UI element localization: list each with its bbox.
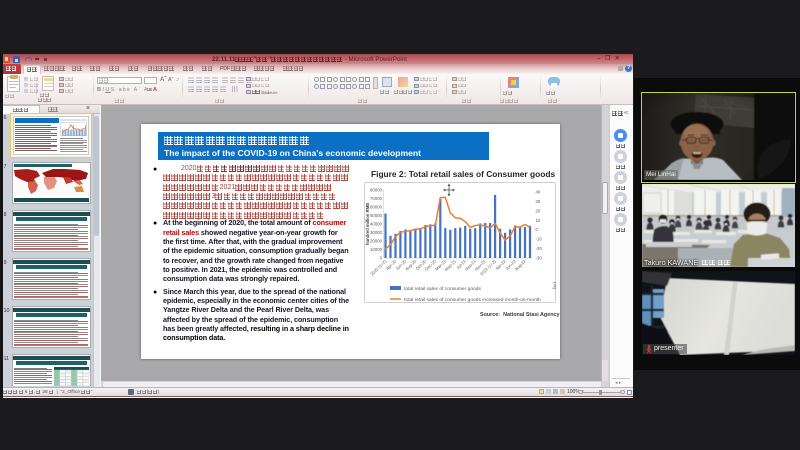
svg-text:20000: 20000 [370, 239, 383, 244]
svg-text:total retail sales of consumer: total retail sales of consumer goods inc… [404, 297, 541, 303]
svg-text:30000: 30000 [370, 230, 383, 235]
svg-text:70000: 70000 [370, 196, 383, 201]
svg-text:80000: 80000 [370, 187, 383, 192]
svg-text:May-21: May-21 [444, 258, 458, 272]
svg-text:(%): (%) [552, 282, 557, 290]
svg-text:Aug-22: Aug-22 [514, 258, 528, 272]
svg-text:20: 20 [536, 208, 541, 213]
svg-text:60000: 60000 [370, 204, 383, 209]
svg-text:30: 30 [536, 199, 541, 204]
svg-text:-20: -20 [536, 246, 543, 251]
svg-text:10: 10 [536, 218, 541, 223]
svg-text:50000: 50000 [370, 213, 383, 218]
svg-text:40: 40 [536, 189, 541, 194]
svg-text:hundred million RMB: hundred million RMB [365, 203, 370, 245]
svg-text:-10: -10 [536, 237, 543, 242]
svg-text:10000: 10000 [370, 247, 383, 252]
svg-text:total retail sales of consumer: total retail sales of consumer goods [404, 286, 481, 292]
svg-text:0: 0 [536, 227, 539, 232]
svg-text:40000: 40000 [370, 222, 383, 227]
svg-text:-30: -30 [536, 256, 543, 261]
